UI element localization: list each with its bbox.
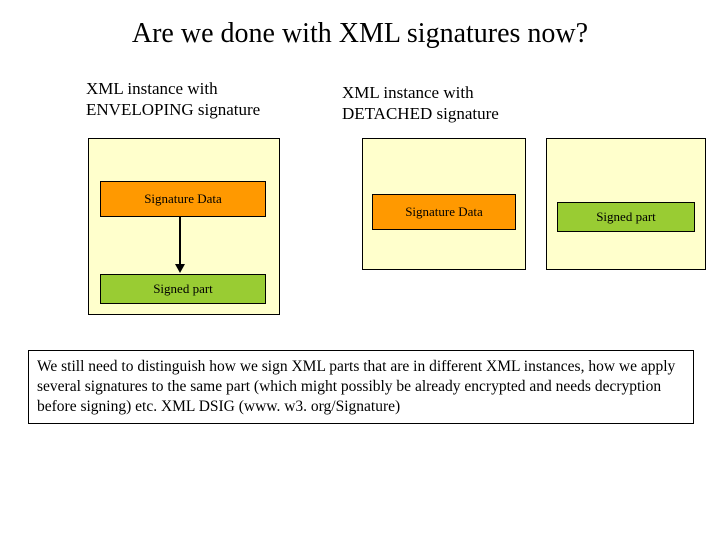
footer-note: We still need to distinguish how we sign… <box>28 350 694 424</box>
slide-title: Are we done with XML signatures now? <box>0 0 720 50</box>
detached-label-line2: DETACHED signature <box>342 104 499 123</box>
enveloping-label: XML instance with ENVELOPING signature <box>86 78 260 121</box>
detached-signed-box: Signed part <box>557 202 695 232</box>
enveloping-arrow-line <box>179 216 181 265</box>
enveloping-arrow-head <box>175 264 185 273</box>
detached-label: XML instance with DETACHED signature <box>342 82 499 125</box>
enveloping-signed-box: Signed part <box>100 274 266 304</box>
detached-label-line1: XML instance with <box>342 83 474 102</box>
enveloping-signature-box: Signature Data <box>100 181 266 217</box>
enveloping-label-line2: ENVELOPING signature <box>86 100 260 119</box>
detached-signature-box: Signature Data <box>372 194 516 230</box>
enveloping-label-line1: XML instance with <box>86 79 218 98</box>
